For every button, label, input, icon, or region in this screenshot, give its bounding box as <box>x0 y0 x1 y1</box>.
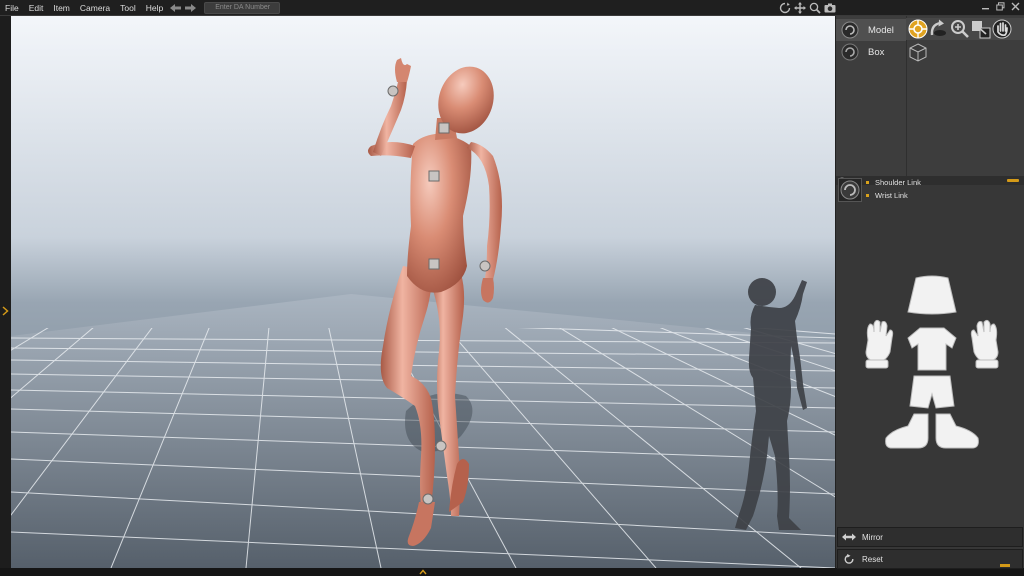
scene-item-box[interactable]: Box <box>836 41 906 63</box>
ankle-handle[interactable] <box>435 440 447 452</box>
pose-tool-icon[interactable] <box>908 19 928 39</box>
right-panel: Model Box Shoulder Link Wrist Link Mirro… <box>835 16 1024 569</box>
menu-tool[interactable]: Tool <box>115 0 141 16</box>
close-icon[interactable] <box>1011 2 1020 11</box>
link-label: Shoulder Link <box>875 178 921 187</box>
menu-help[interactable]: Help <box>141 0 168 16</box>
body-part-torso[interactable] <box>907 327 957 371</box>
hand-handle[interactable] <box>479 260 491 272</box>
link-panel: Shoulder Link Wrist Link <box>836 178 1024 204</box>
scene-item-model[interactable]: Model <box>836 19 906 41</box>
mirror-icon <box>842 533 856 541</box>
zoom-tool-icon[interactable] <box>950 19 970 39</box>
reset-label: Reset <box>862 554 883 564</box>
bottom-collapse-strip <box>0 568 1024 576</box>
foot-handle[interactable] <box>422 493 434 505</box>
link-bullet <box>866 194 869 197</box>
hip-handle[interactable] <box>428 258 440 270</box>
restore-icon[interactable] <box>996 2 1005 11</box>
list-divider <box>906 16 907 176</box>
menu-item[interactable]: Item <box>48 0 75 16</box>
rotate-icon[interactable] <box>779 2 791 14</box>
window-controls <box>981 2 1020 11</box>
model-thumb-icon <box>840 180 860 200</box>
menu-edit[interactable]: Edit <box>24 0 49 16</box>
body-part-map <box>836 266 1024 466</box>
box-object-icon[interactable] <box>908 42 928 62</box>
link-bullet <box>866 181 869 184</box>
chest-handle[interactable] <box>428 170 440 182</box>
expand-right-icon[interactable] <box>2 306 9 316</box>
rotate-tool-icon[interactable] <box>929 19 949 39</box>
scene-item-label: Model <box>868 24 894 36</box>
forward-arrow-icon[interactable] <box>184 3 197 13</box>
panel-scrollbar[interactable] <box>1000 564 1010 567</box>
menu-file[interactable]: File <box>0 0 24 16</box>
link-item-shoulder[interactable]: Shoulder Link <box>866 178 921 187</box>
body-part-right-hand[interactable] <box>970 319 999 369</box>
da-number-input[interactable] <box>204 1 281 14</box>
3d-viewport[interactable] <box>11 16 835 568</box>
model-orb-icon <box>841 21 859 39</box>
body-part-feet[interactable] <box>885 413 979 449</box>
scale-tool-icon[interactable] <box>971 19 991 39</box>
body-part-diagram <box>865 275 999 449</box>
link-item-wrist[interactable]: Wrist Link <box>866 191 908 200</box>
menu-camera[interactable]: Camera <box>75 0 115 16</box>
left-collapse-strip <box>0 16 11 568</box>
reset-button[interactable]: Reset <box>837 549 1023 569</box>
body-part-left-hand[interactable] <box>865 319 894 369</box>
camera-icon[interactable] <box>824 2 836 14</box>
scene-item-label: Box <box>868 46 885 58</box>
mirror-button[interactable]: Mirror <box>837 527 1023 547</box>
hand-tool-icon[interactable] <box>992 19 1012 39</box>
reset-icon <box>844 554 854 564</box>
box-orb-icon <box>841 43 859 61</box>
minimize-icon[interactable] <box>981 2 990 11</box>
mirror-label: Mirror <box>862 532 883 542</box>
model-thumbnail <box>838 178 862 202</box>
menu-bar: File Edit Item Camera Tool Help <box>0 0 1024 16</box>
body-part-hips[interactable] <box>909 375 955 409</box>
wrist-handle[interactable] <box>387 85 399 97</box>
scene-list: Model Box <box>836 16 1024 176</box>
move-icon[interactable] <box>794 2 806 14</box>
view-tools <box>779 2 836 14</box>
viewport-scene <box>11 58 835 568</box>
neck-handle[interactable] <box>438 122 450 134</box>
link-label: Wrist Link <box>875 191 908 200</box>
body-part-head[interactable] <box>907 275 957 315</box>
expand-up-icon[interactable] <box>419 569 427 575</box>
zoom-icon[interactable] <box>809 2 821 14</box>
back-arrow-icon[interactable] <box>170 3 182 13</box>
